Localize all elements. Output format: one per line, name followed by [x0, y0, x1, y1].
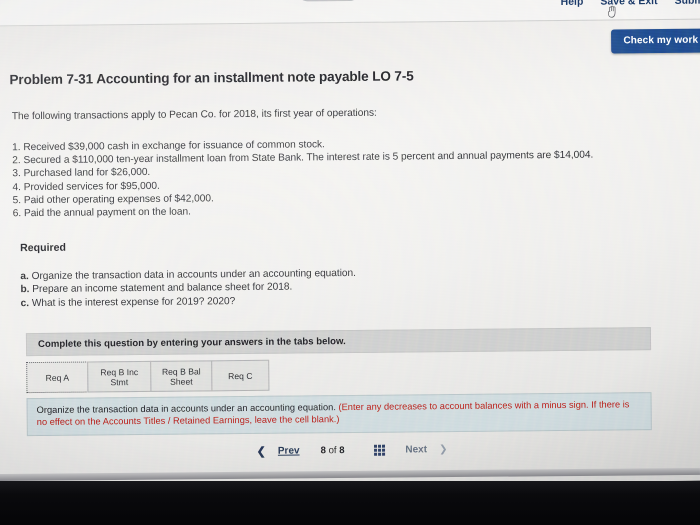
top-toolbar: Saved Help Save & Exit Subm [0, 0, 700, 27]
tab-req-c[interactable]: Req C [211, 359, 270, 392]
list-item: c. What is the interest expense for 2019… [21, 294, 357, 311]
page-content: Saved Help Save & Exit Subm Check my wor… [0, 0, 700, 487]
tab-list: Req A Req B Inc Stmt Req B Bal Sheet Req… [26, 356, 651, 394]
page-title: Problem 7-31 Accounting for an installme… [9, 68, 414, 88]
required-item-label: b. [20, 284, 30, 296]
page-counter: 8 of 8 [320, 445, 344, 456]
prev-button[interactable]: Prev [278, 445, 300, 456]
help-link[interactable]: Help [561, 0, 584, 8]
tab-instruction: Organize the transaction data in account… [26, 392, 652, 437]
grid-icon[interactable] [373, 444, 386, 457]
saved-badge: Saved [297, 0, 360, 2]
problem-intro: The following transactions apply to Peca… [11, 107, 377, 123]
tab-instruction-main: Organize the transaction data in account… [36, 402, 336, 416]
transaction-list: 1. Received $39,000 cash in exchange for… [12, 136, 594, 221]
pagination-nav: ❮ Prev 8 of 8 Next ❯ [0, 441, 700, 461]
complete-question-banner: Complete this question by entering your … [25, 327, 652, 357]
answer-tabs-card: Complete this question by entering your … [25, 327, 652, 437]
required-heading: Required [20, 241, 67, 255]
tab-req-b-bal-sheet[interactable]: Req B Bal Sheet [150, 360, 213, 392]
save-and-exit-link[interactable]: Save & Exit [600, 0, 657, 8]
check-my-work-button[interactable]: Check my work [611, 28, 700, 54]
tab-req-b-inc-stmt[interactable]: Req B Inc Stmt [87, 360, 152, 393]
required-item-text: Organize the transaction data in account… [31, 267, 356, 283]
monitor-screen: Saved Help Save & Exit Subm Check my wor… [0, 0, 700, 488]
submit-link[interactable]: Subm [675, 0, 700, 7]
current-page: 8 [320, 445, 326, 457]
required-item-text: What is the interest expense for 2019? 2… [31, 295, 236, 309]
of-label: of [328, 445, 337, 457]
chevron-left-icon[interactable]: ❮ [257, 445, 266, 458]
required-item-label: c. [20, 297, 30, 309]
required-item-text: Prepare an income statement and balance … [32, 281, 293, 296]
total-pages: 8 [339, 445, 345, 457]
next-button[interactable]: Next [405, 444, 427, 455]
monitor-bezel [0, 481, 700, 525]
photographed-screen: Saved Help Save & Exit Subm Check my wor… [0, 0, 700, 525]
required-list: a. Organize the transaction data in acco… [20, 267, 356, 310]
required-item-label: a. [20, 271, 29, 283]
chevron-right-icon[interactable]: ❯ [439, 444, 447, 455]
tab-req-a[interactable]: Req A [26, 361, 89, 394]
top-links: Help Save & Exit Subm [561, 0, 700, 8]
